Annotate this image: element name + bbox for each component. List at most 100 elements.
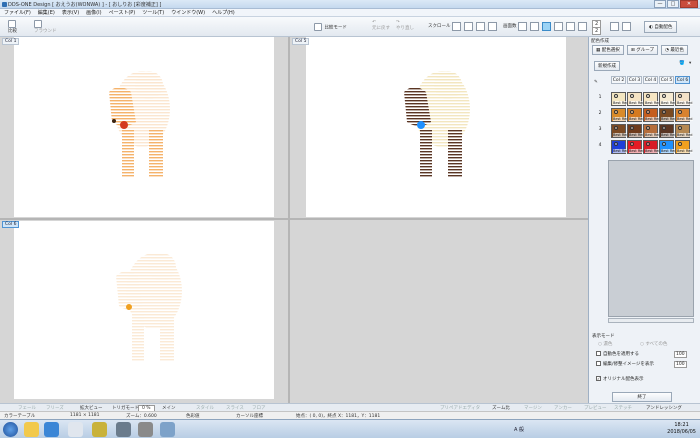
app-icon-2[interactable] [92, 422, 107, 437]
group-button[interactable]: ⊞ グループ [627, 45, 658, 55]
pane-label-top-right[interactable]: Col 5 [292, 38, 310, 45]
new-button[interactable]: 新規作成 [594, 61, 620, 71]
compare-mode-button[interactable]: 比較モード [314, 23, 347, 31]
color-swatch[interactable]: Best Red [627, 92, 645, 106]
mode-dark-option[interactable]: ○ 濃色 [598, 341, 612, 347]
spin-b[interactable]: 100 [674, 361, 687, 368]
color-swatch[interactable]: Best Red [675, 108, 693, 122]
undo-button[interactable]: ↶ 元に戻す [372, 20, 390, 31]
menu-image[interactable]: 画像(I) [86, 9, 101, 16]
start-button[interactable] [3, 422, 18, 437]
menu-tools[interactable]: ツール(T) [142, 9, 164, 16]
col-header-5[interactable]: Col 5 [659, 76, 674, 84]
explorer-icon[interactable] [24, 422, 39, 437]
pane-top-left[interactable] [14, 37, 274, 217]
minimize-button[interactable]: — [654, 0, 666, 8]
color-swatch[interactable]: Best Red [643, 124, 661, 138]
sheep-image-orange [109, 71, 170, 177]
app-icon-1[interactable] [68, 422, 83, 437]
pane-label-top-left[interactable]: Col 1 [2, 38, 20, 45]
scroll-v-button[interactable] [476, 22, 485, 31]
close-button[interactable]: ✕ [680, 0, 698, 8]
color-swatch[interactable]: Best Red [675, 92, 693, 106]
pane-divider-horizontal[interactable] [0, 218, 588, 220]
layout-1-button[interactable] [518, 22, 527, 31]
color-swatch[interactable]: Best Red [675, 124, 693, 138]
color-swatch[interactable]: Best Red [611, 140, 629, 154]
color-swatch[interactable]: Best Red [643, 108, 661, 122]
group-icon: ⊞ [631, 48, 635, 53]
color-swatch[interactable]: Best Red [627, 108, 645, 122]
col-header-3[interactable]: Col 3 [627, 76, 642, 84]
color-select-button[interactable]: ▦ 配色選択 [592, 45, 624, 55]
redo-button[interactable]: ↷ やり直し [396, 20, 414, 31]
row-number-4: 4 [598, 143, 602, 148]
col-header-4[interactable]: Col 4 [643, 76, 658, 84]
swatch-scrollbar[interactable] [608, 318, 694, 323]
swatch-lock-icon [630, 110, 634, 114]
scroll-h-button[interactable] [464, 22, 473, 31]
bucket-icon[interactable]: 🪣 [679, 61, 685, 66]
mode-all-option[interactable]: ○ すべての色 [640, 341, 667, 347]
cols-spinner[interactable]: 2 [592, 27, 602, 35]
pane-divider[interactable] [288, 37, 290, 403]
menu-edit[interactable]: 編集(E) [38, 9, 55, 16]
layout-4-button[interactable] [542, 22, 551, 31]
pane-label-bottom-left[interactable]: Col 6 [2, 221, 20, 228]
frame-button[interactable]: フラウンド [34, 20, 57, 34]
color-swatch[interactable]: Best Red [643, 140, 661, 154]
swatch-lock-icon [662, 142, 666, 146]
color-swatch[interactable]: Best Red [611, 92, 629, 106]
color-swatch[interactable]: Best Red [659, 140, 677, 154]
col-header-6[interactable]: Col 6 [675, 76, 690, 84]
recent-colors-button[interactable]: ◔ 最近色 [661, 45, 688, 55]
original-color-checkbox[interactable]: オリジナル配色表示 [596, 376, 644, 382]
menu-help[interactable]: ヘルプ(H) [212, 9, 235, 16]
scroll-both-button[interactable] [452, 22, 461, 31]
app-icon-4[interactable] [138, 422, 153, 437]
color-swatch[interactable]: Best Red [611, 108, 629, 122]
grid-option2-button[interactable] [622, 22, 631, 31]
menu-file[interactable]: ファイル(F) [4, 9, 31, 16]
swatch-lock-icon [630, 94, 634, 98]
grid-option-button[interactable] [610, 22, 619, 31]
layout-2-button[interactable] [530, 22, 539, 31]
scroll-link-button[interactable] [488, 22, 497, 31]
layout-9-button[interactable] [566, 22, 575, 31]
color-swatch[interactable]: Best Red [627, 124, 645, 138]
title-bar: DDS-ONE Design [ おえうお(WONWA) ] - [ おしりお … [0, 0, 700, 9]
pane-bottom-left[interactable] [14, 221, 274, 399]
menu-view[interactable]: 表示(V) [62, 9, 79, 16]
color-swatch[interactable]: Best Red [659, 124, 677, 138]
color-swatch[interactable]: Best Red [611, 124, 629, 138]
color-swatch[interactable]: Best Red [675, 140, 693, 154]
menu-bar: ファイル(F) 編集(E) 表示(V) 画像(I) ペースト(P) ツール(T)… [0, 9, 700, 17]
spin-a[interactable]: 100 [674, 351, 687, 358]
window-title: DDS-ONE Design [ おえうお(WONWA) ] - [ おしりお … [8, 2, 162, 8]
color-swatch[interactable]: Best Red [643, 92, 661, 106]
finish-button[interactable]: 終了 [612, 392, 672, 402]
compare-button[interactable]: 比較 [8, 20, 17, 34]
color-swatch[interactable]: Best Red [659, 108, 677, 122]
menu-window[interactable]: ウインドウ(W) [171, 9, 205, 16]
color-swatch[interactable]: Best Red [627, 140, 645, 154]
color-swatch[interactable]: Best Red [659, 92, 677, 106]
app-icon-5[interactable] [160, 422, 175, 437]
ie-icon[interactable] [44, 422, 59, 437]
pane-top-right[interactable] [306, 37, 566, 217]
clock[interactable]: 18:21 2018/06/05 [667, 422, 696, 436]
maximize-button[interactable]: □ [667, 0, 679, 8]
dropdown-icon[interactable]: ▾ [689, 61, 691, 66]
menu-paste[interactable]: ペースト(P) [109, 9, 136, 16]
layout-6-button[interactable] [554, 22, 563, 31]
display-label: 画面数 [503, 24, 517, 29]
show-edit-checkbox[interactable]: 編集/修整イメージを表示 [596, 361, 654, 367]
auto-color-button[interactable]: ◐ 自動配色 [644, 21, 678, 33]
layout-grid-button[interactable] [578, 22, 587, 31]
apply-auto-checkbox[interactable]: 自動色を適用する [596, 351, 639, 357]
col-header-2[interactable]: Col 2 [611, 76, 626, 84]
app-icon-3[interactable] [116, 422, 131, 437]
ime-indicator[interactable]: A 般 [514, 426, 524, 433]
pen-icon[interactable]: ✎ [594, 80, 598, 85]
compare-mode-icon [314, 23, 322, 31]
